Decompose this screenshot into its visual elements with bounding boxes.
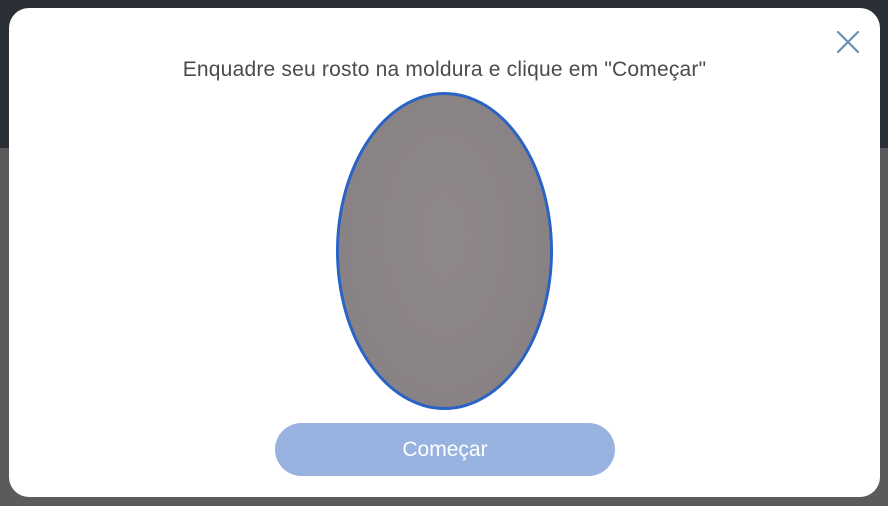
close-icon xyxy=(836,30,860,54)
start-button[interactable]: Começar xyxy=(275,423,615,476)
face-capture-modal: Enquadre seu rosto na moldura e clique e… xyxy=(9,8,880,497)
instruction-text: Enquadre seu rosto na moldura e clique e… xyxy=(182,58,707,81)
close-button[interactable] xyxy=(834,28,862,56)
face-frame-oval xyxy=(336,92,553,410)
